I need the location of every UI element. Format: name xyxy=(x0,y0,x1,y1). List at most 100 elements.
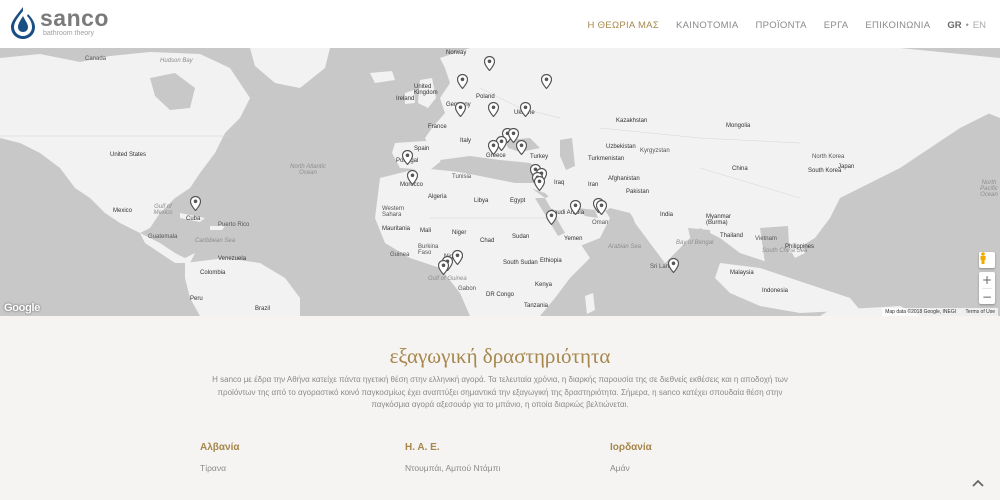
location-pin-icon[interactable] xyxy=(190,196,201,211)
world-map[interactable]: Canada Hudson Bay United States Mexico G… xyxy=(0,48,1000,316)
map-label-gulf-of-mexico: Gulf of Mexico xyxy=(153,204,173,216)
map-label-kyrgyzstan: Kyrgyzstan xyxy=(640,148,670,154)
back-to-top-chevron-up-icon[interactable] xyxy=(972,478,984,488)
map-label-oman: Oman xyxy=(592,220,609,226)
map-label-south-korea: South Korea xyxy=(808,168,842,174)
map-label-sudan: Sudan xyxy=(512,234,530,240)
brand-tagline: bathroom theory xyxy=(43,30,94,37)
country-item: Η. Α. Ε. Ντουμπάι, Αμπού Ντάμπι xyxy=(405,442,500,473)
google-logo[interactable]: Google xyxy=(4,302,40,314)
map-attribution: Map data ©2018 Google, INEGI Terms of Us… xyxy=(882,308,998,316)
location-pin-icon[interactable] xyxy=(457,74,468,89)
map-label-kenya: Kenya xyxy=(535,282,553,288)
map-label-caribbean-sea: Caribbean Sea xyxy=(195,238,236,244)
country-name: Η. Α. Ε. xyxy=(405,442,440,453)
map-label-thailand: Thailand xyxy=(720,233,744,239)
map-label-north-korea: North Korea xyxy=(812,154,845,160)
country-name: Ιορδανία xyxy=(610,442,652,453)
map-label-bay-of-bengal: Bay of Bengal xyxy=(676,240,714,246)
map-label-indonesia: Indonesia xyxy=(762,288,789,294)
map-label-puerto-rico: Puerto Rico xyxy=(218,222,250,228)
map-label-burkina-faso: Burkina Faso xyxy=(418,244,439,256)
street-view-pegman-icon[interactable] xyxy=(979,252,995,268)
map-label-ethiopia: Ethiopia xyxy=(540,258,562,264)
map-label-turkey: Turkey xyxy=(530,154,549,160)
country-item: Ιορδανία Αμάν xyxy=(610,442,652,473)
map-land-layer xyxy=(0,48,1000,316)
location-pin-icon[interactable] xyxy=(452,250,463,265)
location-pin-icon[interactable] xyxy=(570,200,581,215)
map-label-united-kingdom: United Kingdom xyxy=(414,84,438,96)
map-label-western-sahara: Western Sahara xyxy=(382,206,405,218)
brand-name: sanco xyxy=(40,5,109,31)
nav-item-innovation[interactable]: ΚΑΙΝΟΤΟΜΙΑ xyxy=(676,20,738,31)
nav-item-products[interactable]: ΠΡΟΪΟΝΤΑ xyxy=(755,20,806,31)
map-label-france: France xyxy=(428,124,447,130)
location-pin-icon[interactable] xyxy=(402,150,413,165)
map-label-afghanistan: Afghanistan xyxy=(608,176,640,182)
map-label-japan: Japan xyxy=(838,164,855,170)
location-pin-icon[interactable] xyxy=(488,102,499,117)
water-drop-logo-icon xyxy=(11,7,35,39)
country-item: Αλβανία Τίρανα xyxy=(200,442,240,473)
location-pin-icon[interactable] xyxy=(546,210,557,225)
map-label-tunisia: Tunisia xyxy=(452,174,472,180)
map-label-south-sudan: South Sudan xyxy=(503,260,538,266)
lang-en-link[interactable]: EN xyxy=(973,20,986,31)
nav-item-contact[interactable]: ΕΠΙΚΟΙΝΩΝΙΑ xyxy=(865,20,930,31)
map-data-credit: Map data ©2018 Google, INEGI xyxy=(885,309,957,315)
map-label-canada: Canada xyxy=(85,56,107,62)
brand-logo[interactable]: sanco bathroom theory xyxy=(8,6,109,40)
map-label-malaysia: Malaysia xyxy=(730,270,754,276)
map-label-turkmenistan: Turkmenistan xyxy=(588,156,625,162)
terms-of-use-link[interactable]: Terms of Use xyxy=(966,309,995,315)
map-label-iraq: Iraq xyxy=(554,180,565,186)
map-label-brazil: Brazil xyxy=(255,306,271,312)
location-pin-icon[interactable] xyxy=(516,140,527,155)
map-label-mongolia: Mongolia xyxy=(726,123,751,129)
nav-item-projects[interactable]: ΕΡΓΑ xyxy=(824,20,849,31)
map-label-venezuela: Venezuela xyxy=(218,256,247,262)
location-pin-icon[interactable] xyxy=(668,258,679,273)
map-label-yemen: Yemen xyxy=(564,236,583,242)
map-label-mexico: Mexico xyxy=(113,208,133,214)
lang-separator: • xyxy=(965,20,969,30)
map-label-norway: Norway xyxy=(446,50,467,56)
map-label-iran: Iran xyxy=(588,182,599,188)
map-label-myanmar: Myanmar (Burma) xyxy=(706,214,732,226)
map-label-india: India xyxy=(660,212,674,218)
location-pin-icon[interactable] xyxy=(596,200,607,215)
map-label-vietnam: Vietnam xyxy=(755,236,777,242)
map-label-pakistan: Pakistan xyxy=(626,189,650,195)
location-pin-icon[interactable] xyxy=(534,176,545,191)
map-label-niger: Niger xyxy=(452,230,467,236)
location-pin-icon[interactable] xyxy=(488,140,499,155)
location-pin-icon[interactable] xyxy=(541,74,552,89)
map-label-guatemala: Guatemala xyxy=(148,234,178,240)
zoom-in-button[interactable]: + xyxy=(979,272,995,288)
section-title: εξαγωγική δραστηριότητα xyxy=(389,344,611,368)
map-label-tanzania: Tanzania xyxy=(524,303,549,309)
location-pin-icon[interactable] xyxy=(407,170,418,185)
country-city: Αμάν xyxy=(610,463,630,473)
map-label-dr-congo: DR Congo xyxy=(486,292,515,298)
map-label-libya: Libya xyxy=(474,198,489,204)
map-label-mali: Mali xyxy=(420,228,432,234)
map-label-egypt: Egypt xyxy=(510,198,526,204)
zoom-out-button[interactable]: − xyxy=(979,289,995,305)
country-name: Αλβανία xyxy=(200,442,240,453)
location-pin-icon[interactable] xyxy=(455,102,466,117)
location-pin-icon[interactable] xyxy=(484,56,495,71)
map-label-cuba: Cuba xyxy=(186,216,201,222)
map-label-united-states: United States xyxy=(110,152,147,158)
map-label-philippines: Philippines xyxy=(785,244,815,250)
location-pin-icon[interactable] xyxy=(438,260,449,275)
location-pin-icon[interactable] xyxy=(520,102,531,117)
nav-item-our-theory[interactable]: Η ΘΕΩΡΙΑ ΜΑΣ xyxy=(588,20,659,31)
map-label-north-atlantic: North Atlantic Ocean xyxy=(290,164,326,176)
map-label-mauritania: Mauritania xyxy=(382,226,411,232)
map-label-hudson-bay: Hudson Bay xyxy=(160,58,193,64)
map-label-north-pacific: North Pacific Ocean xyxy=(980,180,998,198)
map-label-chad: Chad xyxy=(480,238,495,244)
lang-gr-link[interactable]: GR xyxy=(947,20,961,31)
